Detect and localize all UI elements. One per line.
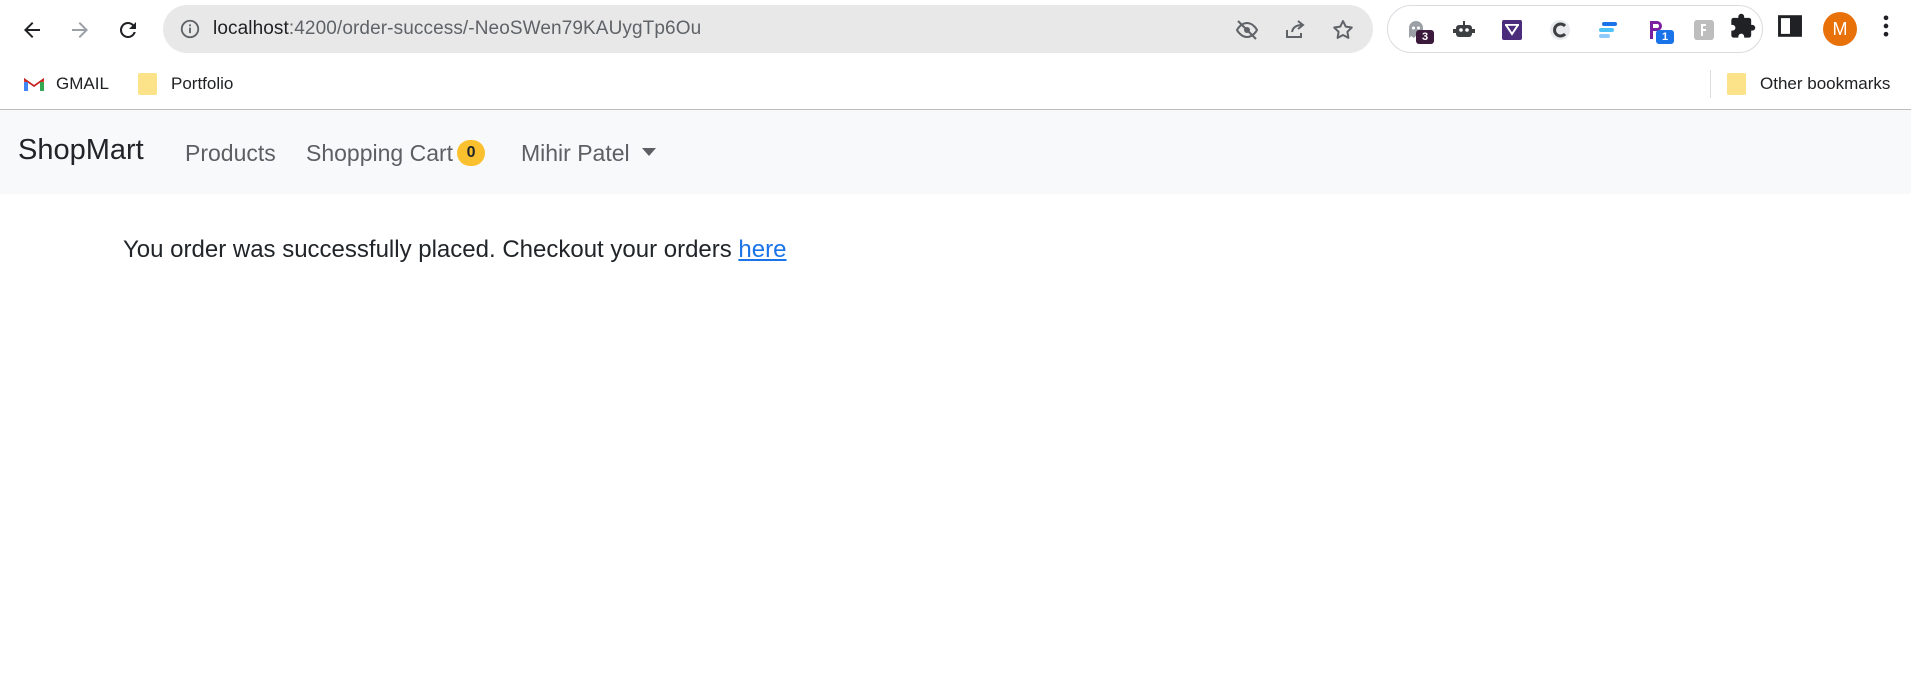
info-icon[interactable]	[179, 18, 201, 40]
folder-icon	[138, 73, 157, 95]
caret-down-icon	[641, 147, 656, 156]
arrow-left-icon	[24, 22, 40, 38]
order-success-message: You order was successfully placed. Check…	[123, 236, 786, 264]
ghost-extension-badge: 3	[1416, 30, 1434, 44]
bookmark-label-portfolio: Portfolio	[171, 74, 234, 93]
orders-link[interactable]: here	[738, 236, 786, 263]
nav-shopping-cart-label: Shopping Cart	[306, 140, 454, 166]
share-icon[interactable]	[1283, 18, 1307, 42]
browser-toolbar: localhost:4200/order-success/-NeoSWen79K…	[0, 0, 1911, 58]
bookmark-label-gmail: GMAIL	[56, 74, 109, 93]
bookmarks-separator	[1710, 70, 1711, 98]
reload-icon	[119, 21, 136, 38]
app-navbar: ShopMart Products Shopping Cart 0 Mihir P…	[0, 110, 1911, 194]
forward-button[interactable]	[62, 12, 98, 48]
bookmarks-bar: GMAIL Portfolio Other bookmarks	[0, 58, 1911, 110]
url-host: localhost	[213, 18, 289, 39]
bookmark-other[interactable]: Other bookmarks	[1727, 72, 1890, 96]
star-icon[interactable]	[1331, 18, 1355, 42]
extensions-bar: 3 1	[1387, 5, 1763, 53]
bars-extension-icon[interactable]	[1596, 18, 1620, 42]
address-bar[interactable]: localhost:4200/order-success/-NeoSWen79K…	[163, 5, 1373, 53]
nav-products[interactable]: Products	[185, 140, 276, 167]
c-extension-icon[interactable]	[1548, 18, 1572, 42]
bookmark-portfolio[interactable]: Portfolio	[138, 72, 233, 96]
bookmark-gmail[interactable]: GMAIL	[22, 72, 109, 96]
arrow-right-icon	[72, 22, 88, 38]
p-extension-icon[interactable]: 1	[1644, 18, 1674, 44]
eye-off-icon[interactable]	[1235, 18, 1259, 42]
url-path: :4200/order-success/-NeoSWen79KAUygTp6Ou	[288, 18, 702, 39]
folder-icon	[1727, 73, 1746, 95]
ghost-extension-icon[interactable]: 3	[1404, 18, 1434, 44]
back-button[interactable]	[14, 12, 50, 48]
reload-button[interactable]	[110, 12, 146, 48]
brand-logo[interactable]: ShopMart	[18, 134, 144, 167]
more-vertical-icon[interactable]	[1872, 12, 1900, 40]
cart-count-badge: 0	[457, 139, 486, 166]
gmail-icon	[24, 78, 44, 91]
nav-user-label: Mihir Patel	[521, 140, 630, 166]
p-extension-badge: 1	[1656, 30, 1674, 44]
mail-extension-icon[interactable]	[1500, 18, 1524, 42]
profile-avatar[interactable]: M	[1823, 12, 1857, 46]
url-text[interactable]: localhost:4200/order-success/-NeoSWen79K…	[213, 18, 701, 40]
nav-shopping-cart[interactable]: Shopping Cart 0	[306, 139, 486, 168]
robot-extension-icon[interactable]	[1452, 18, 1476, 42]
side-panel-icon[interactable]	[1776, 12, 1804, 40]
nav-user-dropdown[interactable]: Mihir Patel	[521, 140, 656, 167]
puzzle-icon[interactable]	[1729, 12, 1757, 40]
bookmark-label-other: Other bookmarks	[1760, 74, 1891, 93]
order-success-text: You order was successfully placed. Check…	[123, 236, 739, 263]
stamp-extension-icon[interactable]	[1692, 18, 1716, 42]
